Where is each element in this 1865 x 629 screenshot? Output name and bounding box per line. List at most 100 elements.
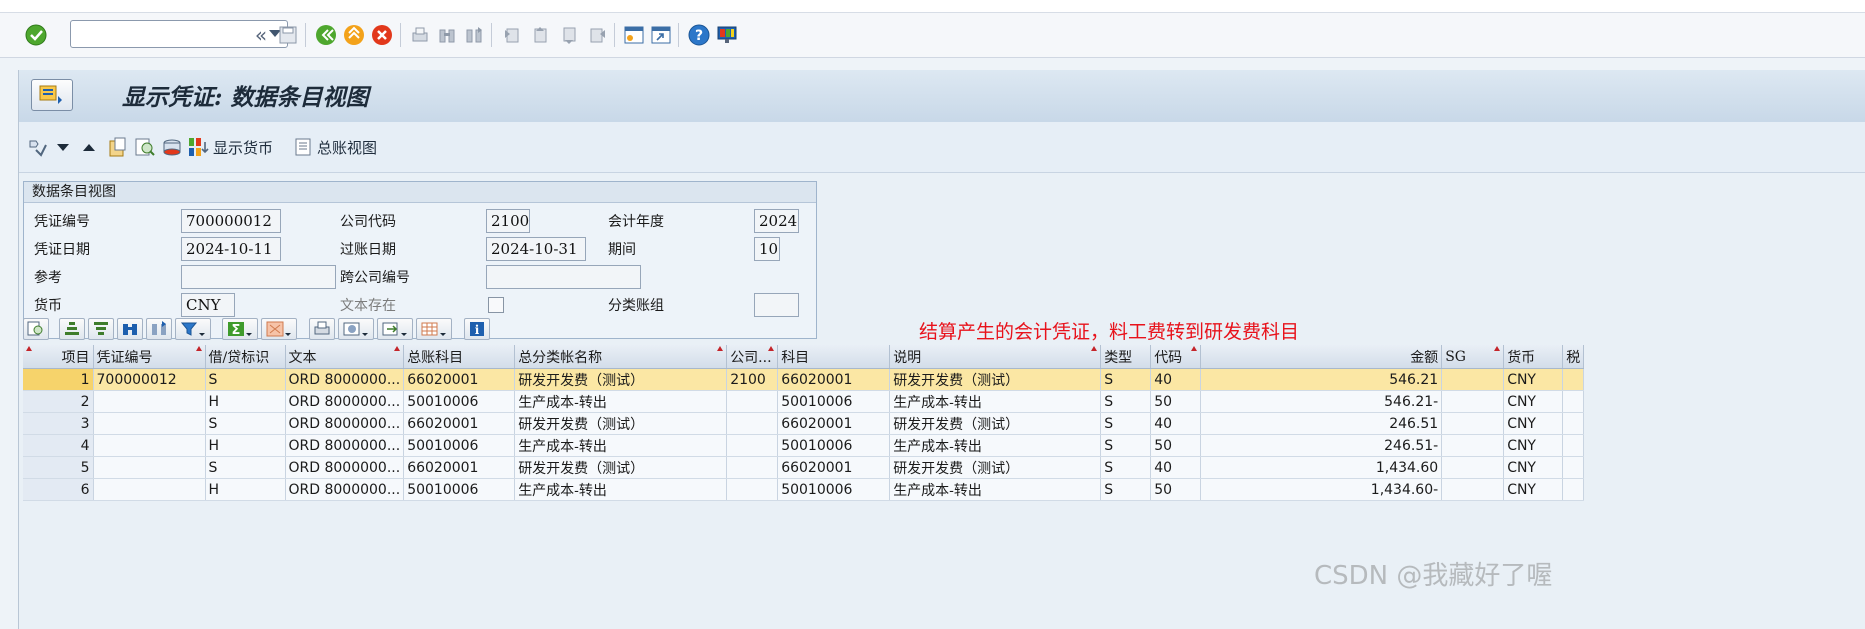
posting-date-field[interactable]: 2024-10-31 xyxy=(486,237,586,261)
table-cell-cc[interactable] xyxy=(726,412,779,435)
period-field[interactable]: 10 xyxy=(754,237,780,261)
table-cell-amount[interactable]: 1,434.60 xyxy=(1200,456,1443,479)
table-cell-type[interactable]: S xyxy=(1100,390,1152,413)
detail-icon[interactable] xyxy=(23,318,49,340)
column-header[interactable]: 总分类帐名称 xyxy=(514,345,728,369)
ledger-group-field[interactable] xyxy=(754,293,799,317)
table-cell-desc[interactable]: 生产成本-转出 xyxy=(889,434,1102,457)
table-cell-sg[interactable] xyxy=(1441,390,1505,413)
table-row[interactable]: 2 H ORD 8000000... 50010006 生产成本-转出 50010006 生… xyxy=(23,390,1585,413)
table-cell-amount[interactable]: 246.51- xyxy=(1200,434,1443,457)
export-icon[interactable] xyxy=(377,318,413,340)
company-code-field[interactable]: 2100 xyxy=(486,209,530,233)
table-cell-code[interactable]: 40 xyxy=(1150,456,1202,479)
table-cell-tax[interactable] xyxy=(1562,368,1585,391)
doc-date-field[interactable]: 2024-10-11 xyxy=(181,237,281,261)
table-cell-tax[interactable] xyxy=(1562,478,1585,501)
table-cell-amount[interactable]: 546.21 xyxy=(1200,368,1443,391)
table-cell-gl-name[interactable]: 研发开发费（测试） xyxy=(514,368,728,391)
table-cell-dc[interactable]: H xyxy=(205,434,286,457)
table-cell-amount[interactable]: 546.21- xyxy=(1200,390,1443,413)
help-icon[interactable]: ? xyxy=(686,22,712,48)
table-cell-item[interactable]: 1 xyxy=(23,368,94,391)
find-next-icon[interactable] xyxy=(146,318,172,340)
subtotal-icon[interactable] xyxy=(261,318,297,340)
table-row[interactable]: 3 S ORD 8000000... 66020001 研发开发费（测试） 6602000… xyxy=(23,412,1585,435)
choose-layout-icon[interactable] xyxy=(27,135,49,159)
cross-company-field[interactable] xyxy=(486,265,641,289)
table-cell-acct[interactable]: 50010006 xyxy=(777,478,891,501)
column-header[interactable]: 总账科目 xyxy=(403,345,516,369)
reference-field[interactable] xyxy=(181,265,336,289)
table-cell-cur[interactable]: CNY xyxy=(1503,434,1564,457)
cancel-icon[interactable] xyxy=(369,22,395,48)
back-icon[interactable] xyxy=(313,22,339,48)
table-cell-dc[interactable]: S xyxy=(205,412,286,435)
find-icon[interactable] xyxy=(434,22,460,48)
table-cell-gl-name[interactable]: 研发开发费（测试） xyxy=(514,412,728,435)
table-cell-sg[interactable] xyxy=(1441,412,1505,435)
table-cell-cc[interactable] xyxy=(726,456,779,479)
table-cell-dc[interactable]: H xyxy=(205,478,286,501)
column-header[interactable]: 项目 xyxy=(23,345,94,369)
table-cell-gl[interactable]: 50010006 xyxy=(403,478,516,501)
table-cell-cc[interactable] xyxy=(726,390,779,413)
ledger-icon[interactable] xyxy=(161,135,183,159)
table-row[interactable]: 6 H ORD 8000000... 50010006 生产成本-转出 50010006 生… xyxy=(23,478,1585,501)
general-ledger-view-button[interactable]: 总账视图 xyxy=(293,135,377,159)
table-cell-code[interactable]: 50 xyxy=(1150,434,1202,457)
table-cell-gl-name[interactable]: 生产成本-转出 xyxy=(514,390,728,413)
sort-ascending-icon[interactable] xyxy=(59,318,85,340)
table-cell-desc[interactable]: 研发开发费（测试） xyxy=(889,456,1102,479)
table-cell-cur[interactable]: CNY xyxy=(1503,368,1564,391)
table-cell-code[interactable]: 40 xyxy=(1150,368,1202,391)
table-cell-doc[interactable] xyxy=(93,390,206,413)
table-cell-gl[interactable]: 66020001 xyxy=(403,412,516,435)
column-header[interactable]: 税 xyxy=(1562,345,1585,369)
table-cell-tax[interactable] xyxy=(1562,390,1585,413)
menu-switch-icon[interactable] xyxy=(31,79,73,111)
table-cell-type[interactable]: S xyxy=(1100,456,1152,479)
table-cell-desc[interactable]: 研发开发费（测试） xyxy=(889,368,1102,391)
table-cell-gl-name[interactable]: 生产成本-转出 xyxy=(514,478,728,501)
table-cell-tax[interactable] xyxy=(1562,456,1585,479)
text-exists-checkbox[interactable] xyxy=(488,297,504,313)
table-cell-text[interactable]: ORD 8000000... xyxy=(285,478,405,501)
table-cell-code[interactable]: 40 xyxy=(1150,412,1202,435)
sort-descending-icon[interactable] xyxy=(88,318,114,340)
table-cell-gl[interactable]: 50010006 xyxy=(403,434,516,457)
shortcut-icon[interactable] xyxy=(648,22,674,48)
table-cell-type[interactable]: S xyxy=(1100,368,1152,391)
table-cell-text[interactable]: ORD 8000000... xyxy=(285,456,405,479)
information-icon[interactable]: i xyxy=(464,318,490,340)
table-cell-cur[interactable]: CNY xyxy=(1503,412,1564,435)
table-cell-item[interactable]: 3 xyxy=(23,412,94,435)
table-cell-cc[interactable]: 2100 xyxy=(726,368,779,391)
paste-document-icon[interactable] xyxy=(107,135,129,159)
table-cell-cur[interactable]: CNY xyxy=(1503,390,1564,413)
table-cell-dc[interactable]: S xyxy=(205,456,286,479)
table-cell-dc[interactable]: H xyxy=(205,390,286,413)
table-cell-sg[interactable] xyxy=(1441,456,1505,479)
table-cell-desc[interactable]: 生产成本-转出 xyxy=(889,478,1102,501)
currency-field[interactable]: CNY xyxy=(181,293,235,317)
previous-page-icon[interactable] xyxy=(527,22,553,48)
table-cell-dc[interactable]: S xyxy=(205,368,286,391)
views-icon[interactable] xyxy=(338,318,374,340)
table-cell-item[interactable]: 2 xyxy=(23,390,94,413)
customize-layout-icon[interactable] xyxy=(714,22,740,48)
collapse-icon[interactable]: « xyxy=(248,22,274,48)
column-header[interactable]: 说明 xyxy=(889,345,1102,369)
table-cell-acct[interactable]: 66020001 xyxy=(777,368,891,391)
table-cell-tax[interactable] xyxy=(1562,434,1585,457)
column-header[interactable]: 借/贷标识 xyxy=(205,345,286,369)
enter-check-icon[interactable] xyxy=(23,22,49,48)
first-page-icon[interactable] xyxy=(498,22,524,48)
table-cell-gl[interactable]: 66020001 xyxy=(403,368,516,391)
table-cell-sg[interactable] xyxy=(1441,434,1505,457)
table-cell-type[interactable]: S xyxy=(1100,434,1152,457)
table-cell-doc[interactable] xyxy=(93,456,206,479)
save-icon[interactable] xyxy=(275,22,301,48)
display-currency-button[interactable]: 显示货币 xyxy=(187,135,273,159)
fiscal-year-field[interactable]: 2024 xyxy=(754,209,799,233)
